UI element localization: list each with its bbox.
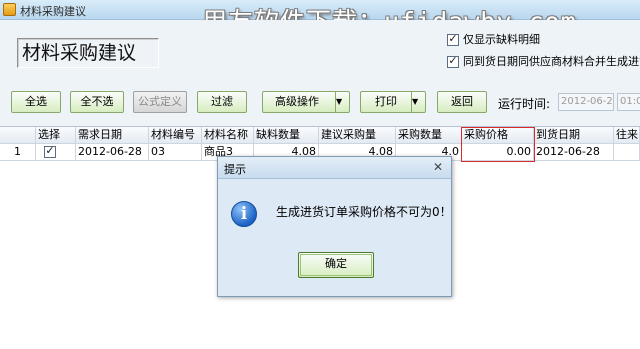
run-time-field[interactable]: 01:0 xyxy=(617,93,640,111)
formula-definition-button[interactable]: 公式定义 xyxy=(133,91,187,113)
column-header[interactable]: 需求日期 xyxy=(76,127,149,144)
row-number: 1 xyxy=(0,144,36,161)
check-icon: ✓ xyxy=(448,54,458,67)
window-title: 材料采购建议 xyxy=(20,5,86,18)
option-merge-orders-label: 同到货日期同供应商材料合并生成进货单 xyxy=(463,55,640,68)
column-header[interactable]: 建议采购量 xyxy=(319,127,396,144)
arrival-date-cell[interactable]: 2012-06-28 xyxy=(534,144,614,161)
dropdown-arrow-icon[interactable]: ▼ xyxy=(411,92,425,112)
print-button[interactable]: 打印 ▼ xyxy=(360,91,426,113)
column-header[interactable]: 材料名称 xyxy=(202,127,254,144)
dialog-title: 提示 xyxy=(224,163,246,176)
print-label: 打印 xyxy=(375,95,397,108)
check-icon: ✓ xyxy=(45,144,55,157)
partner-cell[interactable] xyxy=(614,144,640,161)
column-header[interactable]: 采购数量 xyxy=(396,127,462,144)
column-header[interactable]: 材料编号 xyxy=(149,127,202,144)
alert-dialog: 提示 ✕ i 生成进货订单采购价格不可为0！ 确定 xyxy=(217,156,452,297)
back-button[interactable]: 返回 xyxy=(437,91,487,113)
close-icon[interactable]: ✕ xyxy=(433,160,443,174)
row-select-cell[interactable]: ✓ xyxy=(36,144,76,161)
dropdown-arrow-icon[interactable]: ▼ xyxy=(335,92,349,112)
ok-button[interactable]: 确定 xyxy=(298,252,374,278)
column-header[interactable]: 往来 xyxy=(614,127,640,144)
purchase-price-highlight xyxy=(461,127,535,162)
app-icon xyxy=(3,3,16,16)
row-number-header xyxy=(0,127,36,144)
filter-button[interactable]: 过滤 xyxy=(197,91,247,113)
dialog-message: 生成进货订单采购价格不可为0！ xyxy=(276,205,452,219)
run-time-label: 运行时间: xyxy=(498,97,551,111)
page-title: 材料采购建议 xyxy=(17,38,159,68)
material-code-cell[interactable]: 03 xyxy=(149,144,202,161)
window-titlebar: 材料采购建议 用友软件下载：ufidawhy.com xyxy=(0,0,640,36)
column-header[interactable]: 到货日期 xyxy=(534,127,614,144)
advanced-operations-label: 高级操作 xyxy=(275,95,319,108)
run-date-field[interactable]: 2012-06-28 xyxy=(558,93,614,111)
row-select-checkbox[interactable]: ✓ xyxy=(44,144,56,158)
column-header[interactable]: 选择 xyxy=(36,127,76,144)
option-shortage-only-label: 仅显示缺料明细 xyxy=(463,33,540,46)
column-header[interactable]: 缺料数量 xyxy=(254,127,319,144)
info-icon: i xyxy=(231,201,257,227)
demand-date-cell[interactable]: 2012-06-28 xyxy=(76,144,149,161)
check-icon: ✓ xyxy=(448,32,458,45)
select-none-button[interactable]: 全不选 xyxy=(70,91,124,113)
advanced-operations-button[interactable]: 高级操作 ▼ xyxy=(262,91,350,113)
select-all-button[interactable]: 全选 xyxy=(11,91,61,113)
dialog-titlebar: 提示 ✕ xyxy=(218,157,451,179)
main-panel: 材料采购建议 ✓ 仅显示缺料明细 ✓ 同到货日期同供应商材料合并生成进货单 全选… xyxy=(0,20,640,349)
checkbox-merge-orders[interactable]: ✓ xyxy=(447,54,459,68)
checkbox-shortage-only[interactable]: ✓ xyxy=(447,32,459,46)
